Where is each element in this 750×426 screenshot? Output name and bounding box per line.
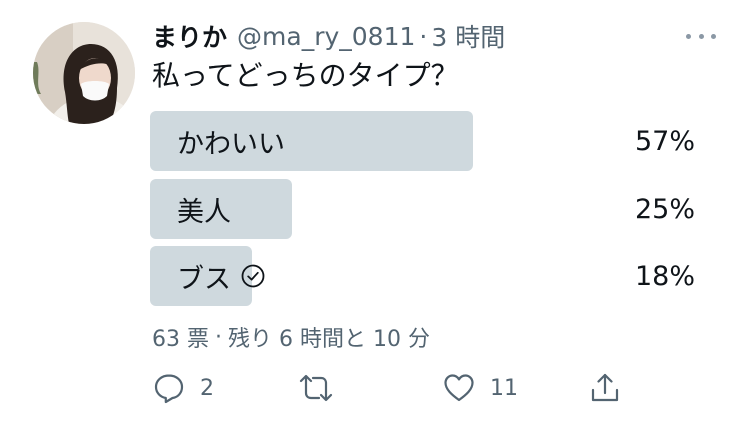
- share-icon: [588, 371, 622, 405]
- author-handle[interactable]: @ma_ry_0811: [237, 22, 415, 51]
- tweet-text: 私ってどっちのタイプ？: [152, 59, 459, 92]
- poll-meta-separator: ·: [215, 324, 222, 350]
- like-button[interactable]: 11: [442, 368, 518, 408]
- more-dot: [711, 33, 716, 39]
- share-button[interactable]: [588, 368, 622, 408]
- poll-option-percent: 25%: [634, 193, 695, 225]
- poll-option: ブス 18%: [150, 246, 698, 306]
- like-count: 11: [490, 375, 518, 401]
- avatar-image: [33, 22, 135, 124]
- poll-option-text: かわいい: [177, 128, 285, 160]
- more-dot: [686, 33, 691, 39]
- timestamp[interactable]: 3 時間: [431, 18, 505, 54]
- reply-count: 2: [200, 375, 214, 401]
- poll-option-text: ブス: [177, 263, 231, 295]
- heart-icon: [442, 371, 476, 405]
- retweet-button[interactable]: [298, 368, 348, 408]
- poll-option-label: かわいい: [177, 111, 285, 171]
- author-name[interactable]: まりか: [152, 18, 227, 54]
- retweet-icon: [298, 371, 334, 405]
- header-separator: ·: [419, 21, 428, 51]
- poll-option-text: 美人: [177, 196, 231, 228]
- avatar[interactable]: [33, 22, 135, 124]
- tweet-header: まりか @ma_ry_0811 · 3 時間: [152, 18, 505, 54]
- more-button[interactable]: [686, 26, 716, 46]
- poll-meta: 63 票 · 残り 6 時間と 10 分: [152, 322, 430, 353]
- poll-option: 美人 25%: [150, 179, 698, 239]
- poll-option-label: ブス: [177, 246, 265, 306]
- poll-option-label: 美人: [177, 179, 231, 239]
- poll-option-percent: 18%: [634, 260, 695, 292]
- check-circle-icon: [241, 264, 265, 288]
- poll-votes: 63 票: [152, 327, 209, 352]
- poll-time-remaining: 残り 6 時間と 10 分: [228, 327, 430, 352]
- reply-button[interactable]: 2: [152, 368, 214, 408]
- more-dot: [698, 33, 704, 39]
- poll-option-percent: 57%: [634, 125, 695, 157]
- reply-icon: [152, 371, 186, 405]
- poll-option: かわいい 57%: [150, 111, 698, 171]
